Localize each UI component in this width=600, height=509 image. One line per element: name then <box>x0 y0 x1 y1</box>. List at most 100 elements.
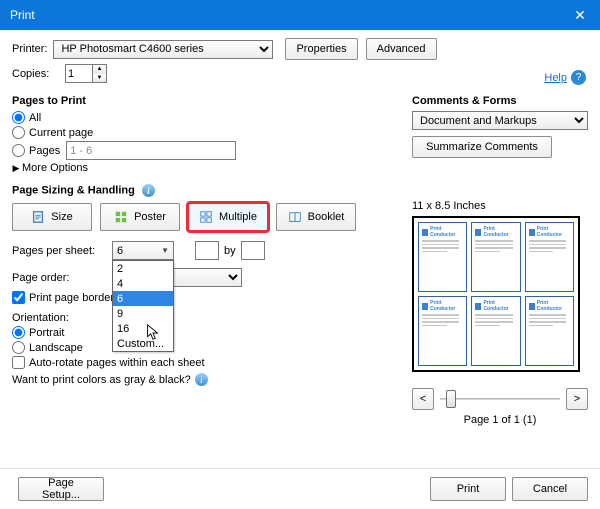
page-counter: Page 1 of 1 (1) <box>412 414 588 426</box>
pps-dropdown[interactable]: 246916Custom... <box>112 260 174 352</box>
radio-current[interactable]: Current page <box>12 126 402 139</box>
sizing-header: Page Sizing & Handling i <box>12 184 402 197</box>
preview-page-thumb: Print Conductor <box>471 222 520 292</box>
radio-pages[interactable]: Pages <box>12 141 402 160</box>
preview-sheet: Print ConductorPrint ConductorPrint Cond… <box>412 216 580 372</box>
page-setup-button[interactable]: Page Setup... <box>18 477 104 501</box>
pps-value: 6 <box>117 245 123 257</box>
radio-all[interactable]: All <box>12 111 402 124</box>
radio-current-input[interactable] <box>12 126 25 139</box>
print-borders-checkbox[interactable] <box>12 291 25 304</box>
radio-portrait-input[interactable] <box>12 326 25 339</box>
copies-stepper[interactable]: ▲ ▼ <box>65 64 107 83</box>
copies-label: Copies: <box>12 68 55 80</box>
poster-button[interactable]: Poster <box>100 203 180 231</box>
multiple-icon <box>199 210 213 224</box>
copies-down-icon[interactable]: ▼ <box>93 74 106 83</box>
printer-label: Printer: <box>12 43 47 55</box>
more-options-disclosure[interactable]: ▶ More Options <box>10 162 402 174</box>
gray-prompt-label: Want to print colors as gray & black? <box>12 374 191 386</box>
size-button[interactable]: Size <box>12 203 92 231</box>
pps-option[interactable]: 9 <box>113 306 173 321</box>
help-link[interactable]: Help <box>544 72 567 84</box>
preview-page-thumb: Print Conductor <box>525 222 574 292</box>
copies-input[interactable] <box>66 65 92 82</box>
gray-prompt-row: Want to print colors as gray & black? i <box>12 373 402 386</box>
radio-all-input[interactable] <box>12 111 25 124</box>
preview-page-thumb: Print Conductor <box>418 222 467 292</box>
autorotate-label: Auto-rotate pages within each sheet <box>29 357 205 369</box>
comments-select[interactable]: Document and Markups <box>412 111 588 130</box>
radio-landscape-input[interactable] <box>12 341 25 354</box>
title-bar: Print ✕ <box>0 0 600 30</box>
info-icon-2[interactable]: i <box>195 373 208 386</box>
prev-page-button[interactable]: < <box>412 388 434 410</box>
pps-option[interactable]: 2 <box>113 261 173 276</box>
print-borders-row[interactable]: Print page borders <box>12 291 402 304</box>
printer-row: Printer: HP Photosmart C4600 series Prop… <box>12 38 588 60</box>
radio-current-label: Current page <box>29 127 93 139</box>
orientation-label: Orientation: <box>12 312 402 324</box>
radio-pages-label: Pages <box>29 145 60 157</box>
slider-rail <box>440 398 560 400</box>
booklet-button[interactable]: Booklet <box>276 203 356 231</box>
print-borders-label: Print page borders <box>29 292 120 304</box>
pps-option[interactable]: Custom... <box>113 336 173 351</box>
pps-select[interactable]: 6 ▼ <box>112 241 174 260</box>
poster-icon <box>114 210 128 224</box>
multiple-button[interactable]: Multiple <box>188 203 268 231</box>
copies-arrows[interactable]: ▲ ▼ <box>92 65 106 82</box>
page-order-label: Page order: <box>12 272 112 284</box>
slider-thumb[interactable] <box>446 390 456 408</box>
printer-select[interactable]: HP Photosmart C4600 series <box>53 40 273 59</box>
preview-pager-row: < > <box>412 388 588 410</box>
custom-cols-input[interactable] <box>195 241 219 260</box>
autorotate-row[interactable]: Auto-rotate pages within each sheet <box>12 356 402 369</box>
pages-range-input[interactable] <box>66 141 236 160</box>
properties-button[interactable]: Properties <box>285 38 357 60</box>
pages-per-sheet-row: Pages per sheet: 6 ▼ by 246916Custom... <box>12 241 402 260</box>
radio-portrait[interactable]: Portrait <box>12 326 402 339</box>
help-icon[interactable]: ? <box>571 70 586 85</box>
custom-rows-input[interactable] <box>241 241 265 260</box>
columns: Pages to Print All Current page Pages ▶ … <box>12 87 588 426</box>
print-dialog-body: Help ? Printer: HP Photosmart C4600 seri… <box>0 30 600 509</box>
pages-to-print-header: Pages to Print <box>12 95 402 107</box>
preview-slider[interactable] <box>440 391 560 407</box>
copies-row: Copies: ▲ ▼ <box>12 64 588 83</box>
triangle-right-icon: ▶ <box>10 163 22 174</box>
advanced-button[interactable]: Advanced <box>366 38 437 60</box>
pps-option[interactable]: 16 <box>113 321 173 336</box>
pps-option[interactable]: 4 <box>113 276 173 291</box>
sizing-buttons: Size Poster Multiple Booklet <box>12 203 402 231</box>
window-title: Print <box>10 8 35 22</box>
radio-all-label: All <box>29 112 41 124</box>
preview-page-thumb: Print Conductor <box>418 296 467 366</box>
radio-portrait-label: Portrait <box>29 327 64 339</box>
dialog-footer: Page Setup... Print Cancel <box>0 468 600 509</box>
size-icon <box>31 210 45 224</box>
pps-option[interactable]: 6 <box>113 291 173 306</box>
info-icon[interactable]: i <box>142 184 155 197</box>
right-column: Comments & Forms Document and Markups Su… <box>412 87 588 426</box>
print-button[interactable]: Print <box>430 477 506 501</box>
by-label: by <box>224 245 236 257</box>
radio-pages-input[interactable] <box>12 144 25 157</box>
copies-up-icon[interactable]: ▲ <box>93 65 106 74</box>
radio-landscape[interactable]: Landscape <box>12 341 402 354</box>
chevron-down-icon: ▼ <box>161 246 169 255</box>
page-order-row: Page order: <box>12 268 402 287</box>
booklet-icon <box>288 210 302 224</box>
pps-label: Pages per sheet: <box>12 245 112 257</box>
more-options-label: More Options <box>22 162 88 174</box>
autorotate-checkbox[interactable] <box>12 356 25 369</box>
preview-page-thumb: Print Conductor <box>471 296 520 366</box>
help-area: Help ? <box>544 70 586 85</box>
comments-section: Comments & Forms Document and Markups Su… <box>412 95 588 158</box>
cancel-button[interactable]: Cancel <box>512 477 588 501</box>
close-icon[interactable]: ✕ <box>570 7 590 24</box>
summarize-comments-button[interactable]: Summarize Comments <box>412 136 552 158</box>
left-column: Pages to Print All Current page Pages ▶ … <box>12 87 402 426</box>
comments-header: Comments & Forms <box>412 95 588 107</box>
next-page-button[interactable]: > <box>566 388 588 410</box>
